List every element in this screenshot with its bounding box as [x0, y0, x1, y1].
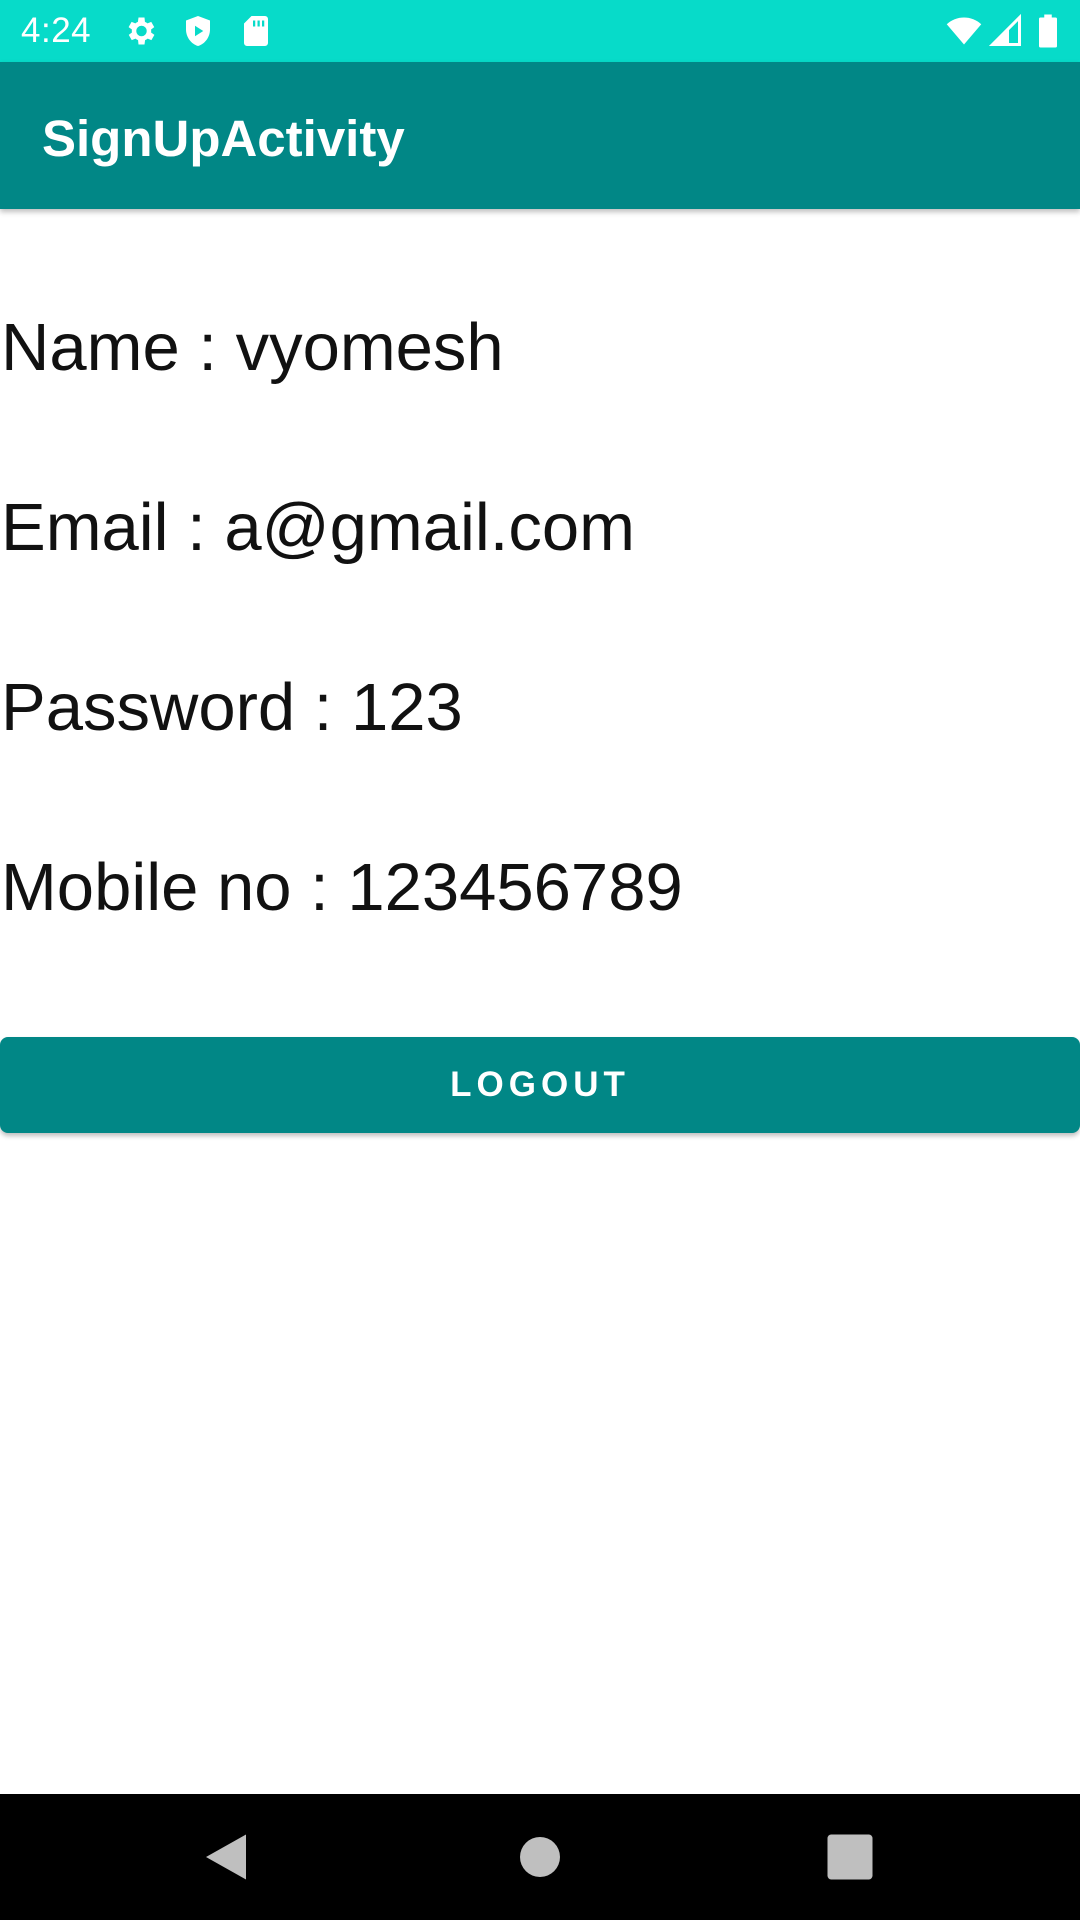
recents-icon[interactable]	[820, 1827, 880, 1887]
status-bar: 4:24	[0, 0, 1080, 62]
mobile-text: Mobile no : 123456789	[1, 850, 683, 925]
shield-icon	[180, 13, 216, 49]
navigation-bar	[0, 1794, 1080, 1920]
app-title: SignUpActivity	[42, 110, 405, 167]
password-text: Password : 123	[1, 670, 463, 745]
gear-icon	[122, 13, 158, 49]
status-time: 4:24	[21, 11, 92, 50]
name-text: Name : vyomesh	[1, 310, 504, 385]
logout-label: LOGOUT	[450, 1065, 630, 1104]
wifi-icon	[944, 13, 984, 49]
logout-button[interactable]: LOGOUT	[0, 1037, 1080, 1133]
email-text: Email : a@gmail.com	[1, 490, 635, 565]
cell-signal-icon	[988, 13, 1024, 49]
back-icon[interactable]	[196, 1827, 256, 1887]
home-icon[interactable]	[510, 1827, 570, 1887]
sd-card-icon	[238, 13, 274, 49]
app-bar: SignUpActivity	[0, 62, 1080, 209]
battery-icon	[1034, 13, 1062, 49]
